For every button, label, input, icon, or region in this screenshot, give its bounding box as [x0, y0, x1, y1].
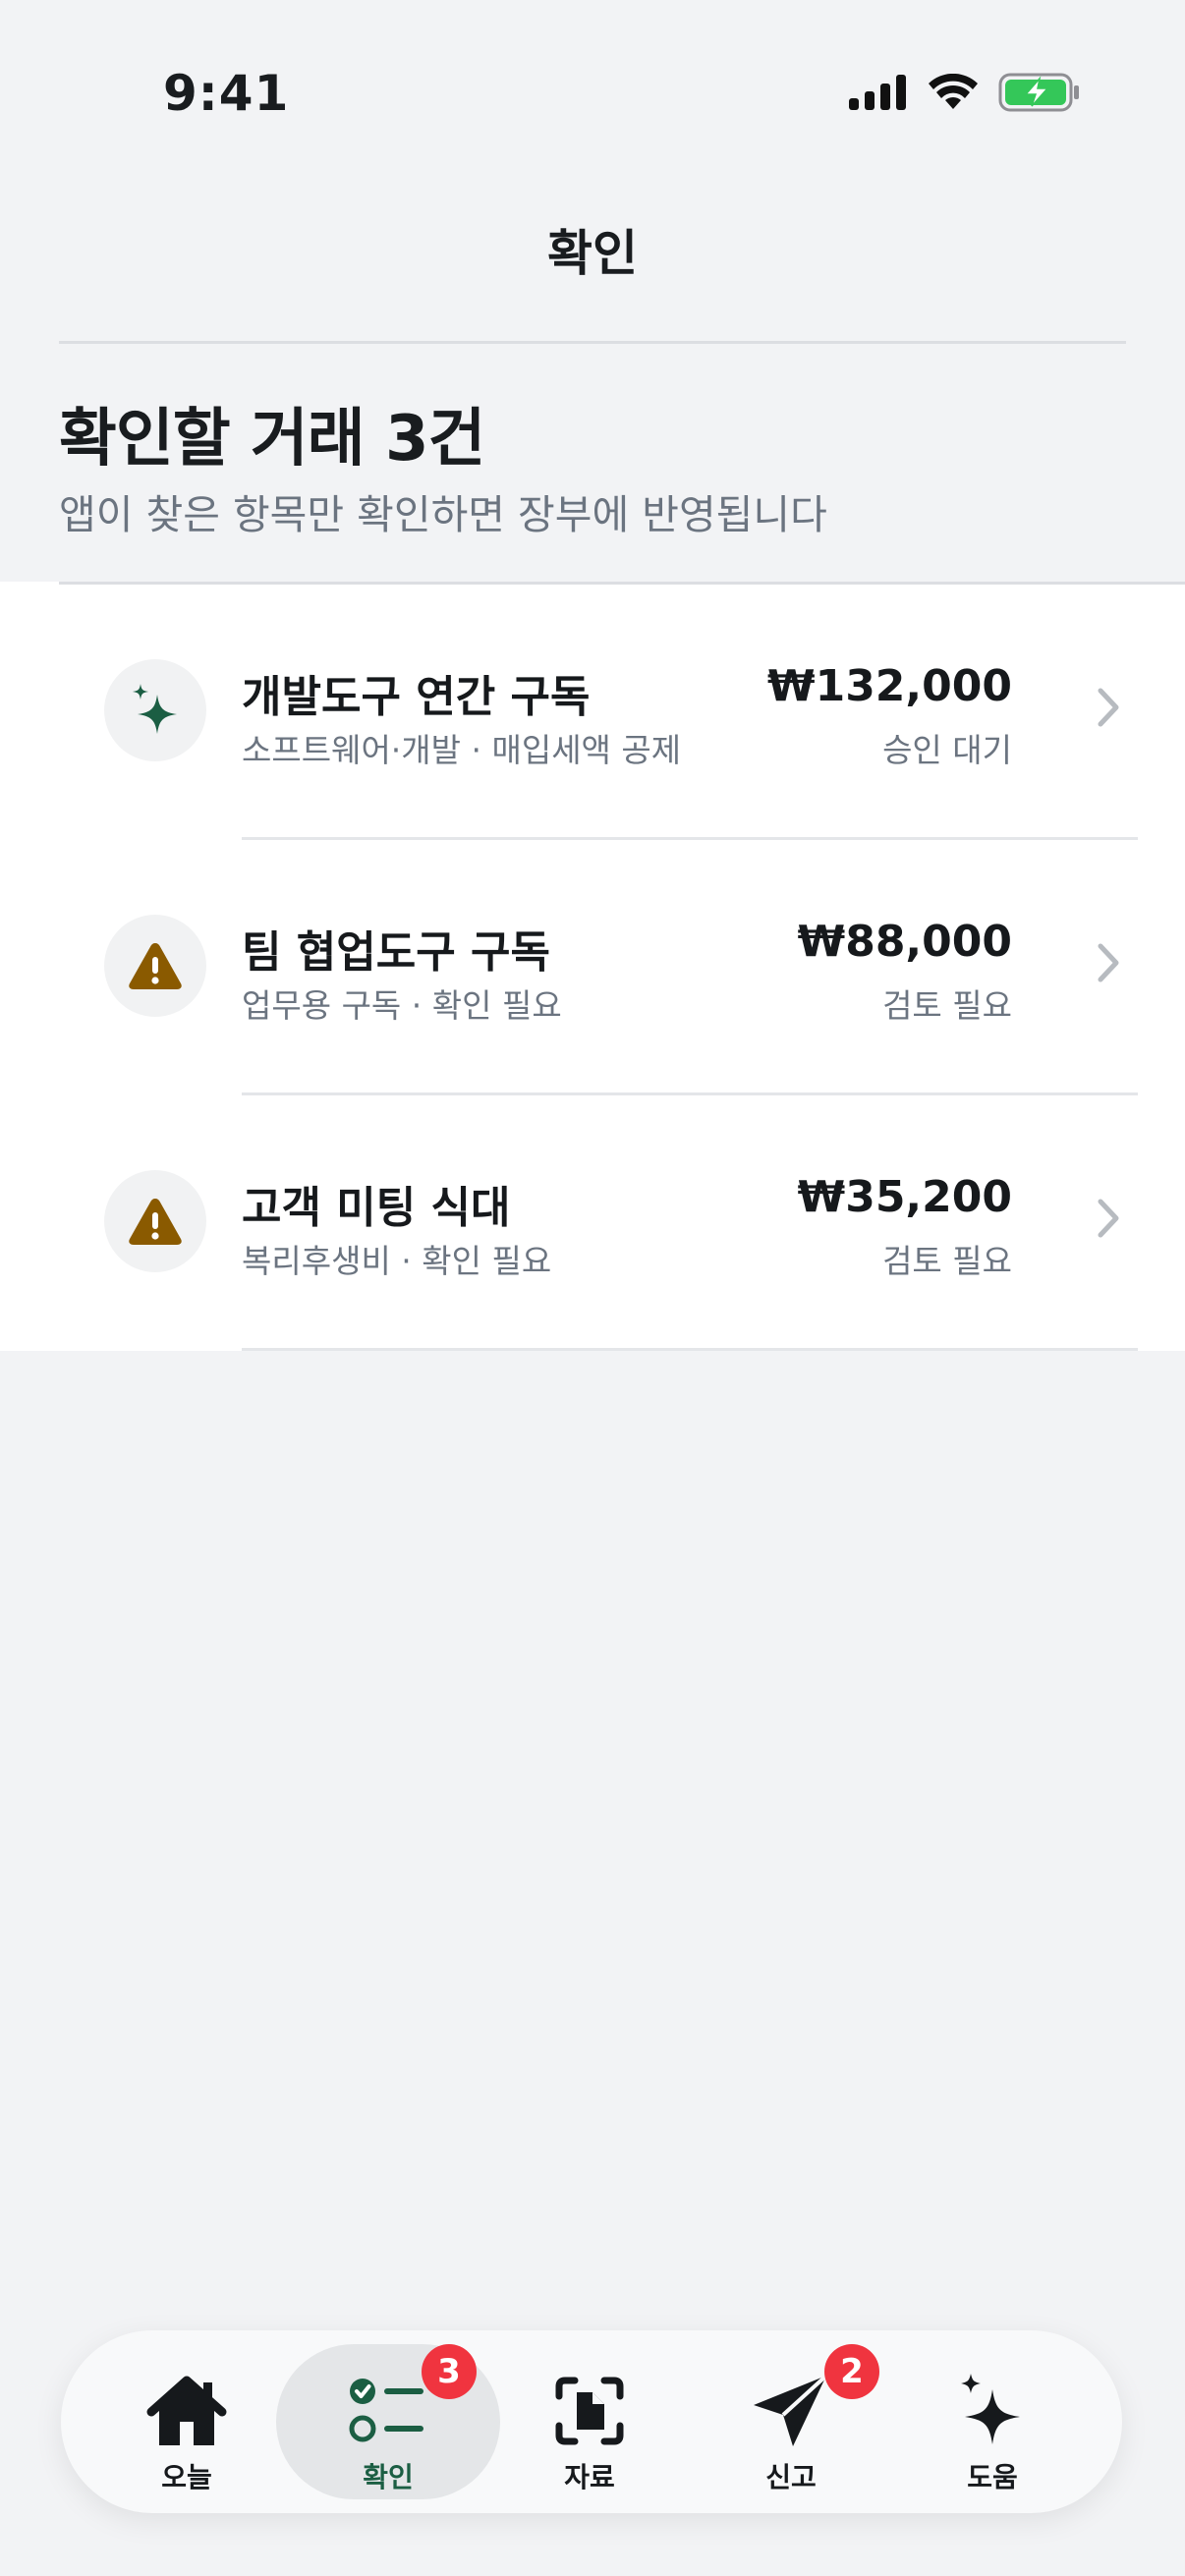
tab-label: 오늘	[161, 2461, 212, 2493]
document-scan-icon	[555, 2377, 624, 2445]
checklist-icon	[349, 2379, 423, 2442]
list-item[interactable]: 팀 협업도구 구독 업무용 구독 · 확인 필요 ₩88,000 검토 필요	[0, 840, 1185, 1095]
item-status: 승인 대기	[882, 731, 1012, 769]
item-subtitle: 소프트웨어·개발 · 매입세액 공제	[242, 731, 682, 769]
nav-title: 확인	[547, 225, 638, 282]
page-title: 확인할 거래 3건	[59, 403, 485, 476]
status-time: 9:41	[163, 65, 290, 122]
wifi-icon	[929, 74, 978, 109]
status-icons	[849, 73, 1081, 112]
warning-icon	[129, 943, 182, 989]
warning-icon	[129, 1199, 182, 1245]
chevron-right-icon	[1098, 943, 1119, 982]
sparkles-icon	[961, 2374, 1020, 2444]
transaction-list: 개발도구 연간 구독 소프트웨어·개발 · 매입세액 공제 ₩132,000 승…	[0, 582, 1185, 1351]
page-subtitle: 앱이 찾은 항목만 확인하면 장부에 반영됩니다	[59, 491, 827, 538]
item-title: 팀 협업도구 구독	[242, 927, 550, 978]
item-amount: ₩35,200	[797, 1172, 1012, 1222]
tab-review[interactable]: 확인 3	[276, 2344, 500, 2499]
battery-charging-icon	[998, 73, 1079, 112]
item-title: 개발도구 연간 구독	[242, 672, 591, 722]
tab-bar: 오늘 확인 3 자료 신고 2 도움	[61, 2330, 1122, 2513]
tab-label: 자료	[564, 2461, 615, 2493]
cellular-signal-icon	[849, 75, 906, 110]
item-status: 검토 필요	[882, 986, 1012, 1025]
tab-label: 신고	[765, 2461, 817, 2493]
notification-badge: 3	[422, 2344, 477, 2399]
send-icon	[754, 2374, 828, 2446]
item-subtitle: 업무용 구독 · 확인 필요	[242, 986, 562, 1025]
item-subtitle: 복리후생비 · 확인 필요	[242, 1242, 552, 1280]
header-divider	[59, 341, 1126, 344]
item-amount: ₩88,000	[797, 917, 1012, 967]
notification-badge: 2	[824, 2344, 879, 2399]
tab-label: 도움	[967, 2461, 1018, 2493]
item-icon-badge	[104, 659, 206, 761]
tab-today[interactable]: 오늘	[75, 2344, 299, 2499]
item-status: 검토 필요	[882, 1242, 1012, 1280]
list-item[interactable]: 고객 미팅 식대 복리후생비 · 확인 필요 ₩35,200 검토 필요	[0, 1095, 1185, 1351]
tab-filing[interactable]: 신고 2	[679, 2344, 903, 2499]
item-icon-badge	[104, 915, 206, 1017]
list-item[interactable]: 개발도구 연간 구독 소프트웨어·개발 · 매입세액 공제 ₩132,000 승…	[0, 585, 1185, 840]
item-icon-badge	[104, 1170, 206, 1272]
tab-help[interactable]: 도움	[880, 2344, 1104, 2499]
chevron-right-icon	[1098, 688, 1119, 727]
tab-label: 확인	[363, 2461, 414, 2493]
sparkle-icon	[133, 684, 177, 734]
row-divider	[242, 1348, 1138, 1351]
tab-documents[interactable]: 자료	[478, 2344, 702, 2499]
home-icon	[146, 2376, 227, 2445]
status-bar: 9:41	[0, 0, 1185, 147]
item-title: 고객 미팅 식대	[242, 1183, 511, 1233]
item-amount: ₩132,000	[767, 661, 1012, 711]
chevron-right-icon	[1098, 1199, 1119, 1238]
